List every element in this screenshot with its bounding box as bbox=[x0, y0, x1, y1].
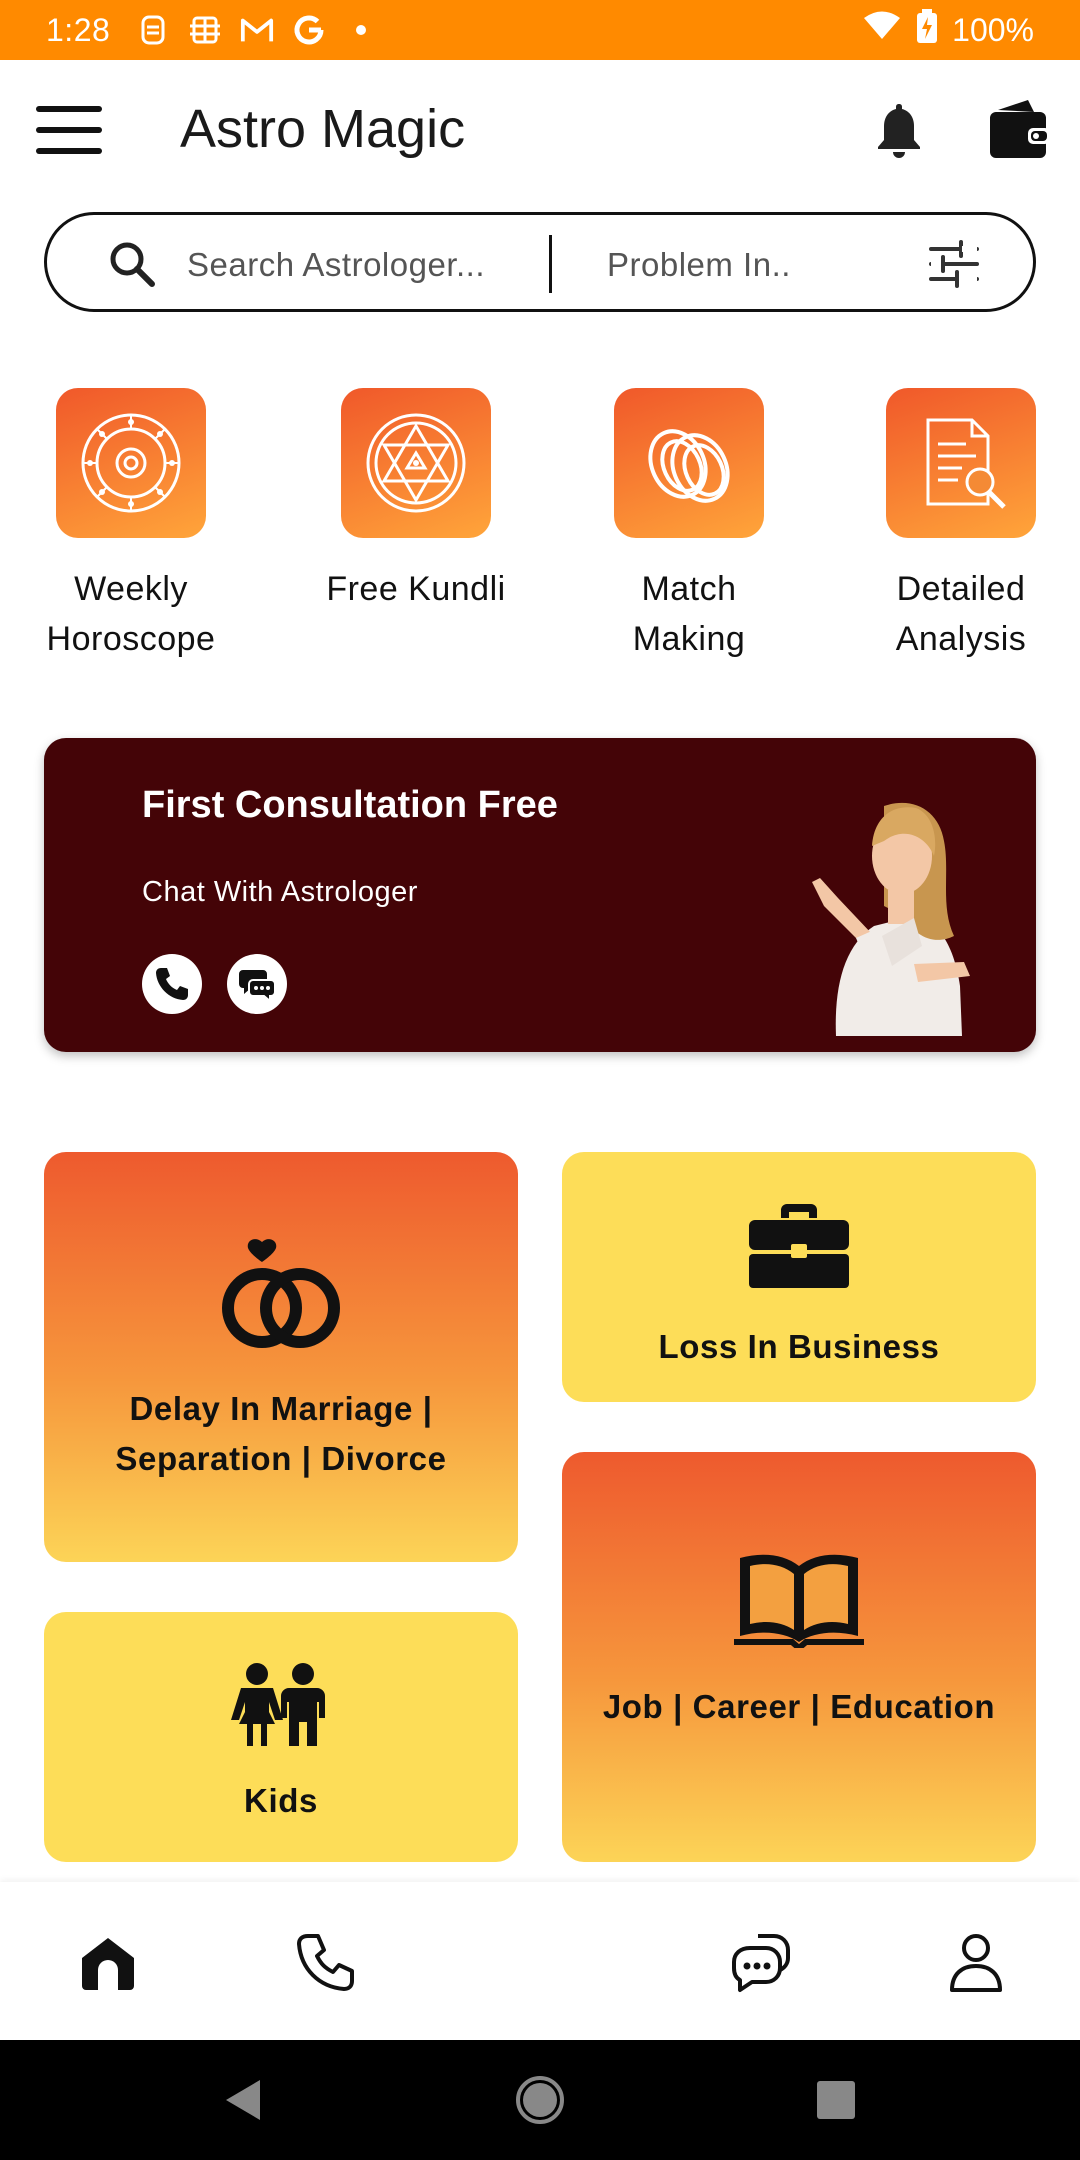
search-astrologer-input[interactable] bbox=[187, 241, 567, 289]
profile-icon[interactable] bbox=[944, 1930, 1008, 1994]
status-time: 1:28 bbox=[46, 11, 111, 48]
zodiac-wheel-icon bbox=[56, 388, 206, 538]
search-icon[interactable] bbox=[107, 239, 157, 289]
problem-card-label: Delay In Marriage | Separation | Divorce bbox=[115, 1390, 447, 1477]
system-navigation-bar bbox=[0, 2040, 1080, 2160]
problem-input[interactable] bbox=[607, 241, 927, 289]
problem-card-business[interactable]: Loss In Business bbox=[562, 1152, 1036, 1402]
promo-chat-button[interactable] bbox=[227, 954, 287, 1014]
promo-title: First Consultation Free bbox=[142, 784, 558, 826]
star-of-david-icon bbox=[341, 388, 491, 538]
promo-subtitle: Chat With Astrologer bbox=[142, 876, 418, 908]
problem-card-marriage[interactable]: Delay In Marriage | Separation | Divorce bbox=[44, 1152, 518, 1562]
problem-card-label: Loss In Business bbox=[658, 1328, 940, 1365]
problem-card-kids[interactable]: Kids bbox=[44, 1612, 518, 1862]
promo-call-button[interactable] bbox=[142, 954, 202, 1014]
chat-icon[interactable] bbox=[730, 1930, 794, 1994]
quick-label: Weekly Horoscope bbox=[46, 570, 216, 658]
recents-icon[interactable] bbox=[806, 2070, 866, 2130]
app-title: Astro Magic bbox=[180, 99, 466, 159]
astrologer-woman-image bbox=[764, 786, 1004, 1046]
gmail-icon bbox=[240, 13, 274, 47]
quick-label: Free Kundli bbox=[326, 570, 506, 608]
quick-weekly-horoscope[interactable]: Weekly Horoscope bbox=[31, 388, 231, 664]
status-bar: 1:28 100% bbox=[0, 0, 1080, 60]
wallet-icon[interactable] bbox=[984, 94, 1054, 164]
notification-bell-icon[interactable] bbox=[874, 100, 924, 160]
quick-detailed-analysis[interactable]: Detailed Analysis bbox=[861, 388, 1061, 664]
home-circle-icon[interactable] bbox=[510, 2070, 570, 2130]
cast-icon bbox=[188, 13, 222, 47]
rings-icon bbox=[614, 388, 764, 538]
search-bar bbox=[44, 212, 1036, 312]
wifi-icon bbox=[862, 11, 902, 49]
promo-banner[interactable]: First Consultation Free Chat With Astrol… bbox=[44, 738, 1036, 1052]
open-book-icon bbox=[734, 1548, 864, 1653]
quick-label: Match Making bbox=[632, 570, 746, 658]
app-header: Astro Magic bbox=[0, 60, 1080, 200]
children-icon bbox=[231, 1662, 331, 1751]
battery-percent: 100% bbox=[952, 11, 1034, 48]
battery-icon bbox=[916, 9, 938, 51]
problem-card-label: Kids bbox=[244, 1782, 318, 1819]
dot-icon bbox=[344, 13, 378, 47]
phone-icon bbox=[156, 968, 188, 1000]
quick-free-kundli[interactable]: Free Kundli bbox=[316, 388, 516, 614]
screen: 1:28 100% Astro Magic Search Astrologer.… bbox=[0, 0, 1080, 2160]
sim-card-icon bbox=[136, 13, 170, 47]
filter-sliders-icon[interactable] bbox=[927, 239, 981, 289]
document-search-icon bbox=[886, 388, 1036, 538]
phone-icon[interactable] bbox=[294, 1930, 358, 1994]
problem-card-career[interactable]: Job | Career | Education bbox=[562, 1452, 1036, 1862]
bottom-navigation bbox=[0, 1882, 1080, 2040]
google-icon bbox=[292, 13, 326, 47]
wedding-rings-icon bbox=[216, 1236, 346, 1361]
menu-icon[interactable] bbox=[36, 100, 102, 160]
search-divider bbox=[549, 235, 552, 293]
problem-card-label: Job | Career | Education bbox=[602, 1688, 996, 1725]
back-icon[interactable] bbox=[214, 2070, 274, 2130]
quick-label: Detailed Analysis bbox=[895, 570, 1027, 658]
briefcase-icon bbox=[747, 1200, 851, 1295]
chat-bubbles-icon bbox=[239, 970, 276, 1004]
quick-match-making[interactable]: Match Making bbox=[589, 388, 789, 664]
home-icon[interactable] bbox=[76, 1930, 140, 1994]
